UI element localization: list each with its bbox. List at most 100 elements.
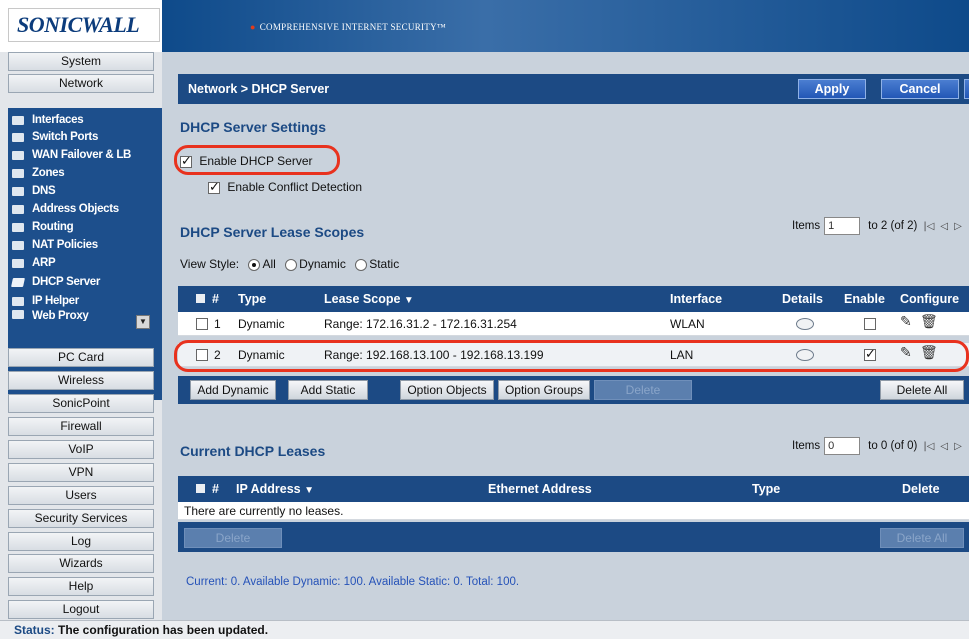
nav-help[interactable]: Help: [8, 577, 154, 596]
row-type: Dynamic: [238, 317, 285, 331]
row-select-checkbox[interactable]: [196, 318, 208, 330]
folder-icon: [12, 186, 24, 196]
row-scope: Range: 192.168.13.100 - 192.168.13.199: [324, 348, 544, 362]
items-input[interactable]: 1: [824, 217, 861, 235]
nav-logout[interactable]: Logout: [8, 600, 154, 619]
lease-summary: Current: 0. Available Dynamic: 100. Avai…: [186, 576, 520, 588]
enable-conflict-row: Enable Conflict Detection: [208, 180, 363, 195]
row-interface: WLAN: [670, 317, 705, 331]
select-all-icon[interactable]: [196, 484, 205, 493]
nav-users[interactable]: Users: [8, 486, 154, 505]
status-label: Status:: [14, 623, 55, 637]
option-groups-button[interactable]: Option Groups: [498, 380, 590, 400]
help-button[interactable]: ?: [964, 79, 969, 99]
nav-pc-card[interactable]: PC Card: [8, 348, 154, 367]
configure-icon[interactable]: ✎: [900, 314, 912, 330]
sidebar-item-web-proxy[interactable]: Web Proxy: [12, 310, 89, 321]
row-select-checkbox[interactable]: [196, 349, 208, 361]
lease-delete-all-button: Delete All: [880, 528, 964, 548]
table-row: 1 Dynamic Range: 172.16.31.2 - 172.16.31…: [178, 312, 969, 336]
trash-icon[interactable]: 🗑: [920, 345, 938, 361]
sidebar-item-address-objects[interactable]: Address Objects: [12, 201, 119, 217]
sidebar-item-interfaces[interactable]: Interfaces: [12, 112, 84, 128]
items-label: Items: [792, 440, 821, 452]
enable-dhcp-checkbox[interactable]: [180, 154, 192, 169]
scroll-down-icon[interactable]: ▼: [136, 315, 150, 329]
first-page-icon[interactable]: |◁: [923, 441, 934, 452]
col-lease-scope[interactable]: Lease Scope ▼: [324, 292, 414, 306]
enable-conflict-checkbox[interactable]: [208, 180, 220, 195]
col-interface: Interface: [670, 292, 723, 306]
prev-page-icon[interactable]: ◁: [940, 221, 948, 232]
nav-voip[interactable]: VoIP: [8, 440, 154, 459]
folder-icon: [12, 258, 24, 268]
radio-all[interactable]: [248, 258, 261, 271]
nav-network[interactable]: Network: [8, 74, 154, 93]
delete-all-button[interactable]: Delete All: [880, 380, 964, 400]
tagline-text: COMPREHENSIVE INTERNET SECURITY™: [259, 22, 447, 32]
items-label: Items: [792, 220, 821, 232]
row-interface: LAN: [670, 348, 694, 362]
page-title: Network > DHCP Server: [188, 82, 330, 96]
sidebar: System Network Interfaces Switch Ports W…: [0, 52, 162, 620]
sidebar-item-zones[interactable]: Zones: [12, 165, 65, 181]
sidebar-item-wan-failover[interactable]: WAN Failover & LB: [12, 147, 131, 163]
status-bar: Status: The configuration has been updat…: [0, 620, 969, 639]
folder-icon: [12, 240, 24, 250]
nav-security-services[interactable]: Security Services: [8, 509, 154, 528]
details-bubble-icon[interactable]: [796, 349, 814, 361]
details-bubble-icon[interactable]: [796, 318, 814, 330]
col-ip-address[interactable]: IP Address ▼: [236, 482, 314, 496]
col-num: #: [212, 292, 219, 306]
nav-firewall[interactable]: Firewall: [8, 417, 154, 436]
nav-wireless[interactable]: Wireless: [8, 371, 154, 390]
nav-system[interactable]: System: [8, 52, 154, 71]
next-page-icon[interactable]: ▷: [954, 221, 962, 232]
page-title-bar: Network > DHCP Server Apply Cancel ?: [178, 74, 969, 104]
enable-conflict-label: Enable Conflict Detection: [227, 180, 363, 194]
folder-icon: [12, 115, 24, 125]
folder-icon: [12, 296, 24, 306]
sidebar-item-switch-ports[interactable]: Switch Ports: [12, 129, 98, 145]
nav-wizards[interactable]: Wizards: [8, 554, 154, 573]
row-enable-checkbox[interactable]: [864, 318, 876, 330]
radio-static-label: Static: [369, 257, 400, 271]
header: SONICWALL ● COMPREHENSIVE INTERNET SECURI…: [0, 0, 969, 52]
sidebar-item-routing[interactable]: Routing: [12, 219, 74, 235]
sonicwall-logo: SONICWALL: [8, 8, 160, 42]
sidebar-item-dhcp-server[interactable]: DHCP Server: [11, 274, 100, 290]
apply-button[interactable]: Apply: [798, 79, 866, 99]
sidebar-item-dns[interactable]: DNS: [12, 183, 56, 199]
tagline: ● COMPREHENSIVE INTERNET SECURITY™: [250, 22, 446, 32]
range-text: to 0 (of 0): [868, 440, 918, 452]
col-type: Type: [238, 292, 267, 306]
sidebar-item-arp[interactable]: ARP: [12, 255, 56, 271]
sidebar-item-ip-helper[interactable]: IP Helper: [12, 293, 79, 309]
first-page-icon[interactable]: |◁: [923, 221, 934, 232]
lease-scopes-heading: DHCP Server Lease Scopes: [180, 224, 365, 240]
sidebar-item-nat-policies[interactable]: NAT Policies: [12, 237, 98, 253]
trash-icon[interactable]: 🗑: [920, 314, 938, 330]
folder-icon: [12, 222, 24, 232]
leases-pager: Items 0 to 0 (of 0) |◁ ◁ ▷: [792, 437, 962, 455]
add-static-button[interactable]: Add Static: [288, 380, 368, 400]
row-type: Dynamic: [238, 348, 285, 362]
option-objects-button[interactable]: Option Objects: [400, 380, 494, 400]
radio-dynamic[interactable]: [285, 258, 298, 271]
folder-icon: [12, 150, 24, 160]
prev-page-icon[interactable]: ◁: [940, 441, 948, 452]
items-input[interactable]: 0: [824, 437, 861, 455]
add-dynamic-button[interactable]: Add Dynamic: [190, 380, 276, 400]
radio-static[interactable]: [355, 258, 368, 271]
nav-sonicpoint[interactable]: SonicPoint: [8, 394, 154, 413]
next-page-icon[interactable]: ▷: [954, 441, 962, 452]
configure-icon[interactable]: ✎: [900, 345, 912, 361]
nav-log[interactable]: Log: [8, 532, 154, 551]
col-num: #: [212, 482, 219, 496]
select-all-icon[interactable]: [196, 294, 205, 303]
folder-icon: [12, 168, 24, 178]
row-enable-checkbox[interactable]: [864, 347, 876, 362]
view-style-label: View Style:: [180, 257, 240, 271]
cancel-button[interactable]: Cancel: [881, 79, 959, 99]
nav-vpn[interactable]: VPN: [8, 463, 154, 482]
